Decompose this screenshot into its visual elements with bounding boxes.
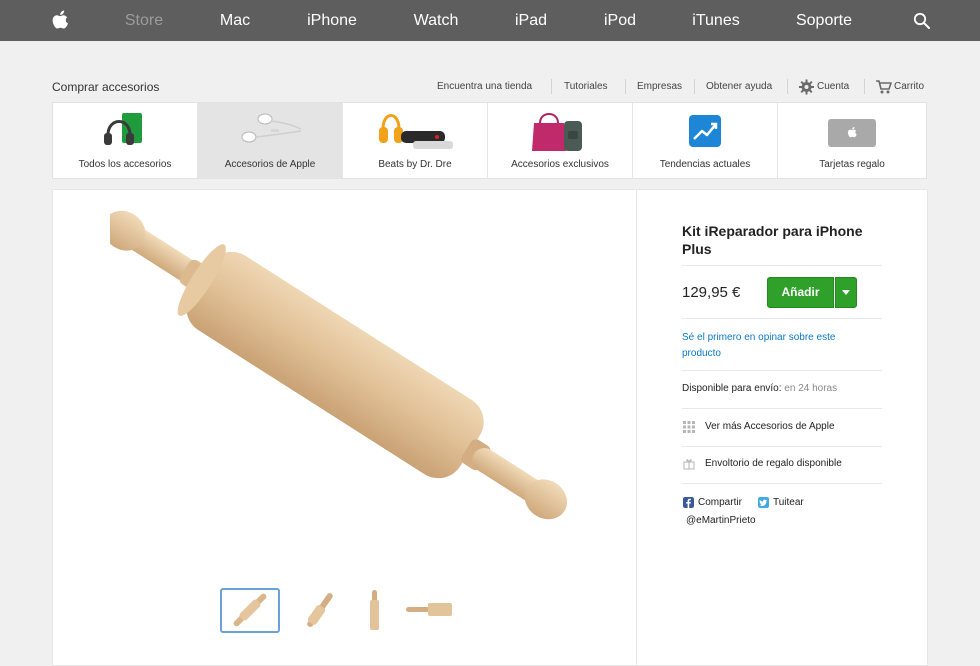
divider xyxy=(694,79,695,94)
thumbnail-4[interactable] xyxy=(400,588,460,633)
divider xyxy=(682,318,882,319)
share-facebook-link[interactable]: Compartir xyxy=(698,497,742,508)
product-title: Kit iReparador para iPhone Plus xyxy=(682,223,863,257)
product-price: 129,95 € xyxy=(682,284,741,301)
column-divider xyxy=(636,189,637,666)
twitter-icon[interactable] xyxy=(758,497,769,508)
gift-card-icon xyxy=(828,119,876,147)
chevron-down-icon xyxy=(842,290,850,295)
global-nav: Store Mac iPhone Watch iPad iPod iTunes … xyxy=(0,0,980,41)
divider xyxy=(625,79,626,94)
gift-wrap-info: Envoltorio de regalo disponible xyxy=(705,458,842,469)
availability-label: Disponible para envío: xyxy=(682,383,782,394)
divider xyxy=(682,370,882,371)
category-exclusive[interactable]: Accesorios exclusivos xyxy=(488,103,633,178)
divider xyxy=(787,79,788,94)
divider xyxy=(551,79,552,94)
trend-chart-icon xyxy=(689,115,721,147)
see-more-link[interactable]: Ver más Accesorios de Apple xyxy=(705,421,835,432)
bags-icon xyxy=(532,113,582,151)
find-store-link[interactable]: Encuentra una tienda xyxy=(437,81,532,92)
author-handle[interactable]: @eMartinPrieto xyxy=(686,515,756,526)
category-gift-cards[interactable]: Tarjetas regalo xyxy=(778,103,926,178)
category-label: Tendencias actuales xyxy=(659,159,751,170)
nav-watch[interactable]: Watch xyxy=(414,0,459,41)
category-apple-accessories[interactable]: Accesorios de Apple xyxy=(198,103,343,178)
beats-speaker-icon xyxy=(379,114,453,149)
rolling-pin-thumb xyxy=(233,593,267,627)
get-help-link[interactable]: Obtener ayuda xyxy=(706,81,772,92)
nav-ipad[interactable]: iPad xyxy=(515,0,547,41)
category-label: Beats by Dr. Dre xyxy=(378,159,452,170)
category-trends[interactable]: Tendencias actuales xyxy=(633,103,778,178)
gift-icon xyxy=(683,459,695,470)
write-review-link[interactable]: Sé el primero en opinar sobre este produ… xyxy=(682,330,877,362)
category-label: Accesorios exclusivos xyxy=(511,159,609,170)
business-link[interactable]: Empresas xyxy=(637,81,682,92)
rolling-pin-thumb xyxy=(370,590,379,630)
thumbnail-3[interactable] xyxy=(345,588,405,633)
thumbnail-2[interactable] xyxy=(290,588,350,633)
category-label: Todos los accesorios xyxy=(78,159,172,170)
page-title: Comprar accesorios xyxy=(52,80,160,94)
thumbnail-1[interactable] xyxy=(220,588,280,633)
cart-link[interactable]: Carrito xyxy=(894,81,924,92)
gear-icon[interactable] xyxy=(798,79,815,95)
category-label: Tarjetas regalo xyxy=(819,159,885,170)
cart-icon[interactable] xyxy=(875,79,892,95)
divider xyxy=(682,408,882,409)
category-beats[interactable]: Beats by Dr. Dre xyxy=(343,103,488,178)
add-to-cart-button[interactable]: Añadir xyxy=(767,277,834,308)
facebook-icon[interactable] xyxy=(683,497,694,508)
divider xyxy=(864,79,865,94)
rolling-pin-thumb xyxy=(406,603,452,616)
nav-itunes[interactable]: iTunes xyxy=(692,0,739,41)
nav-mac[interactable]: Mac xyxy=(220,0,250,41)
grid-icon xyxy=(683,421,695,433)
nav-iphone[interactable]: iPhone xyxy=(307,0,357,41)
nav-soporte[interactable]: Soporte xyxy=(796,0,852,41)
availability: Disponible para envío: en 24 horas xyxy=(682,383,837,394)
earpods-icon xyxy=(241,113,302,143)
category-label: Accesorios de Apple xyxy=(224,159,316,170)
headphones-case-icon xyxy=(104,113,142,145)
category-all-accessories[interactable]: Todos los accesorios xyxy=(53,103,198,178)
rolling-pin-image xyxy=(110,210,568,520)
divider xyxy=(682,265,882,266)
account-link[interactable]: Cuenta xyxy=(817,81,849,92)
divider xyxy=(682,446,882,447)
nav-store[interactable]: Store xyxy=(125,0,163,41)
category-strip: Todos los accesorios Accesorios de Apple… xyxy=(52,102,927,179)
rolling-pin-thumb xyxy=(307,593,333,627)
apple-logo-icon[interactable] xyxy=(52,10,70,30)
divider xyxy=(682,483,882,484)
availability-value: en 24 horas xyxy=(784,383,838,394)
add-options-dropdown[interactable] xyxy=(835,277,857,308)
search-icon[interactable] xyxy=(913,12,931,30)
nav-ipod[interactable]: iPod xyxy=(604,0,636,41)
share-twitter-link[interactable]: Tuitear xyxy=(773,497,804,508)
tutorials-link[interactable]: Tutoriales xyxy=(564,81,608,92)
